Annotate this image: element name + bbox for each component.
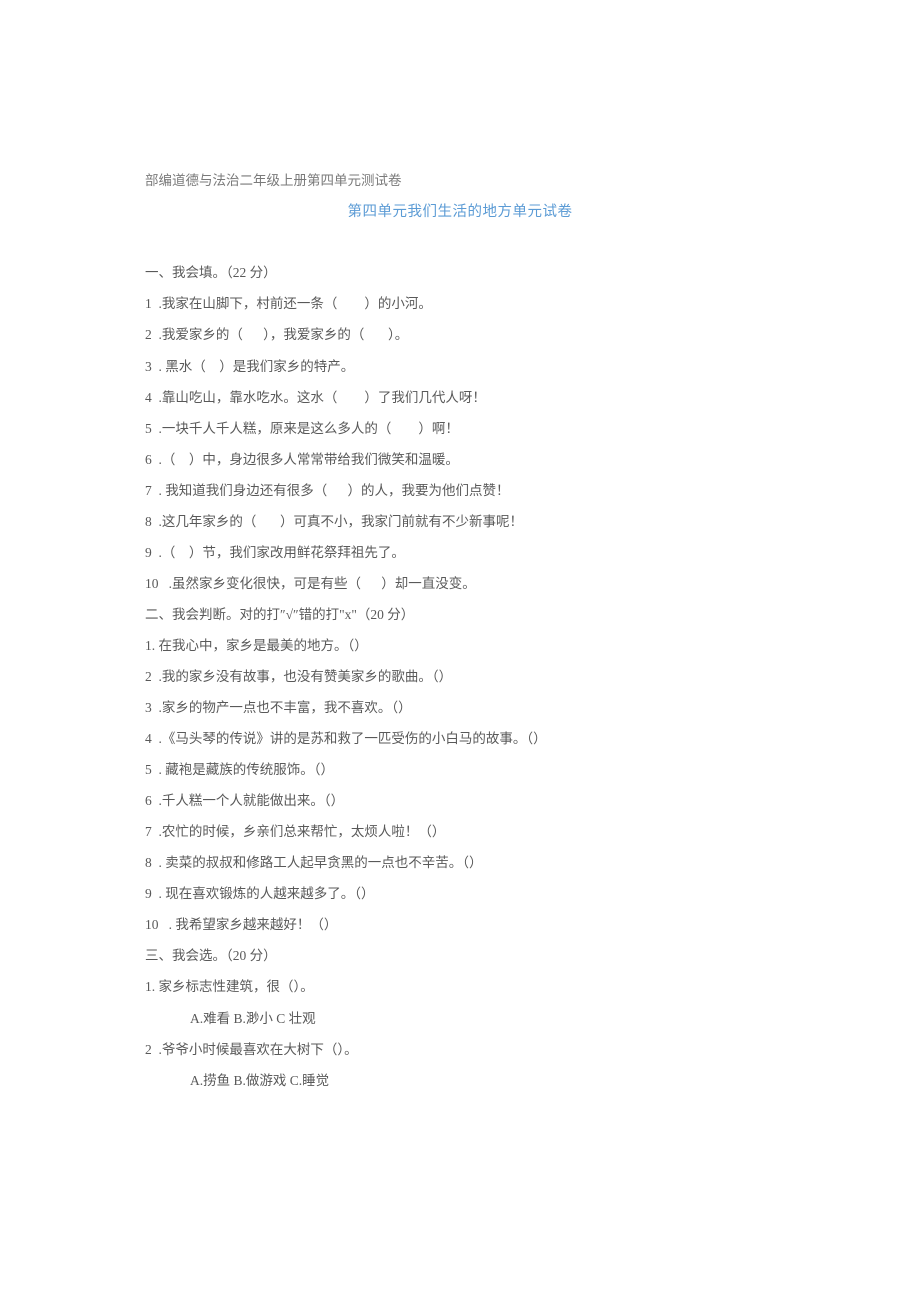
- choice-stem: 2 .爷爷小时候最喜欢在大树下（）。: [145, 1034, 775, 1065]
- judge-item: 8 . 卖菜的叔叔和修路工人起早贪黑的一点也不辛苦。（）: [145, 847, 775, 878]
- judge-item: 10 . 我希望家乡越来越好！（）: [145, 909, 775, 940]
- judge-item: 3 .家乡的物产一点也不丰富，我不喜欢。（）: [145, 692, 775, 723]
- judge-item: 4 .《马头琴的传说》讲的是苏和救了一匹受伤的小白马的故事。（）: [145, 723, 775, 754]
- judge-item: 7 .农忙的时候，乡亲们总来帮忙，太烦人啦！（）: [145, 816, 775, 847]
- fill-blank-item: 1 .我家在山脚下，村前还一条（ ）的小河。: [145, 288, 775, 319]
- fill-blank-item: 6 .（ ）中，身边很多人常常带给我们微笑和温暖。: [145, 444, 775, 475]
- judge-item: 2 .我的家乡没有故事，也没有赞美家乡的歌曲。（）: [145, 661, 775, 692]
- choice-stem: 1. 家乡标志性建筑，很（）。: [145, 971, 775, 1002]
- source-note: 部编道德与法治二年级上册第四单元测试卷: [145, 165, 775, 196]
- fill-blank-item: 10 .虽然家乡变化很快，可是有些（ ）却一直没变。: [145, 568, 775, 599]
- fill-blank-item: 4 .靠山吃山，靠水吃水。这水（ ）了我们几代人呀！: [145, 382, 775, 413]
- section-2-heading: 二、我会判断。对的打″√″错的打"x"（20 分）: [145, 599, 775, 630]
- judge-item: 9 . 现在喜欢锻炼的人越来越多了。（）: [145, 878, 775, 909]
- judge-item: 5 . 藏袍是藏族的传统服饰。（）: [145, 754, 775, 785]
- section-1-heading: 一、我会填。（22 分）: [145, 257, 775, 288]
- section-3-heading: 三、我会选。（20 分）: [145, 940, 775, 971]
- fill-blank-item: 9 .（ ）节，我们家改用鲜花祭拜祖先了。: [145, 537, 775, 568]
- fill-blank-item: 5 .一块千人千人糕，原来是这么多人的（ ）啊！: [145, 413, 775, 444]
- exam-page: 部编道德与法治二年级上册第四单元测试卷 第四单元我们生活的地方单元试卷 一、我会…: [0, 0, 920, 1156]
- judge-item: 1. 在我心中，家乡是最美的地方。（）: [145, 630, 775, 661]
- fill-blank-item: 3 . 黑水（ ）是我们家乡的特产。: [145, 351, 775, 382]
- fill-blank-item: 2 .我爱家乡的（ ），我爱家乡的（ ）。: [145, 319, 775, 350]
- choice-options: A.捞鱼 B.做游戏 C.睡觉: [145, 1065, 775, 1096]
- fill-blank-item: 8 .这几年家乡的（ ）可真不小，我家门前就有不少新事呢！: [145, 506, 775, 537]
- choice-options: A.难看 B.渺小 C 壮观: [145, 1003, 775, 1034]
- fill-blank-item: 7 . 我知道我们身边还有很多（ ）的人，我要为他们点赞！: [145, 475, 775, 506]
- judge-item: 6 .千人糕一个人就能做出来。（）: [145, 785, 775, 816]
- page-title: 第四单元我们生活的地方单元试卷: [145, 196, 775, 229]
